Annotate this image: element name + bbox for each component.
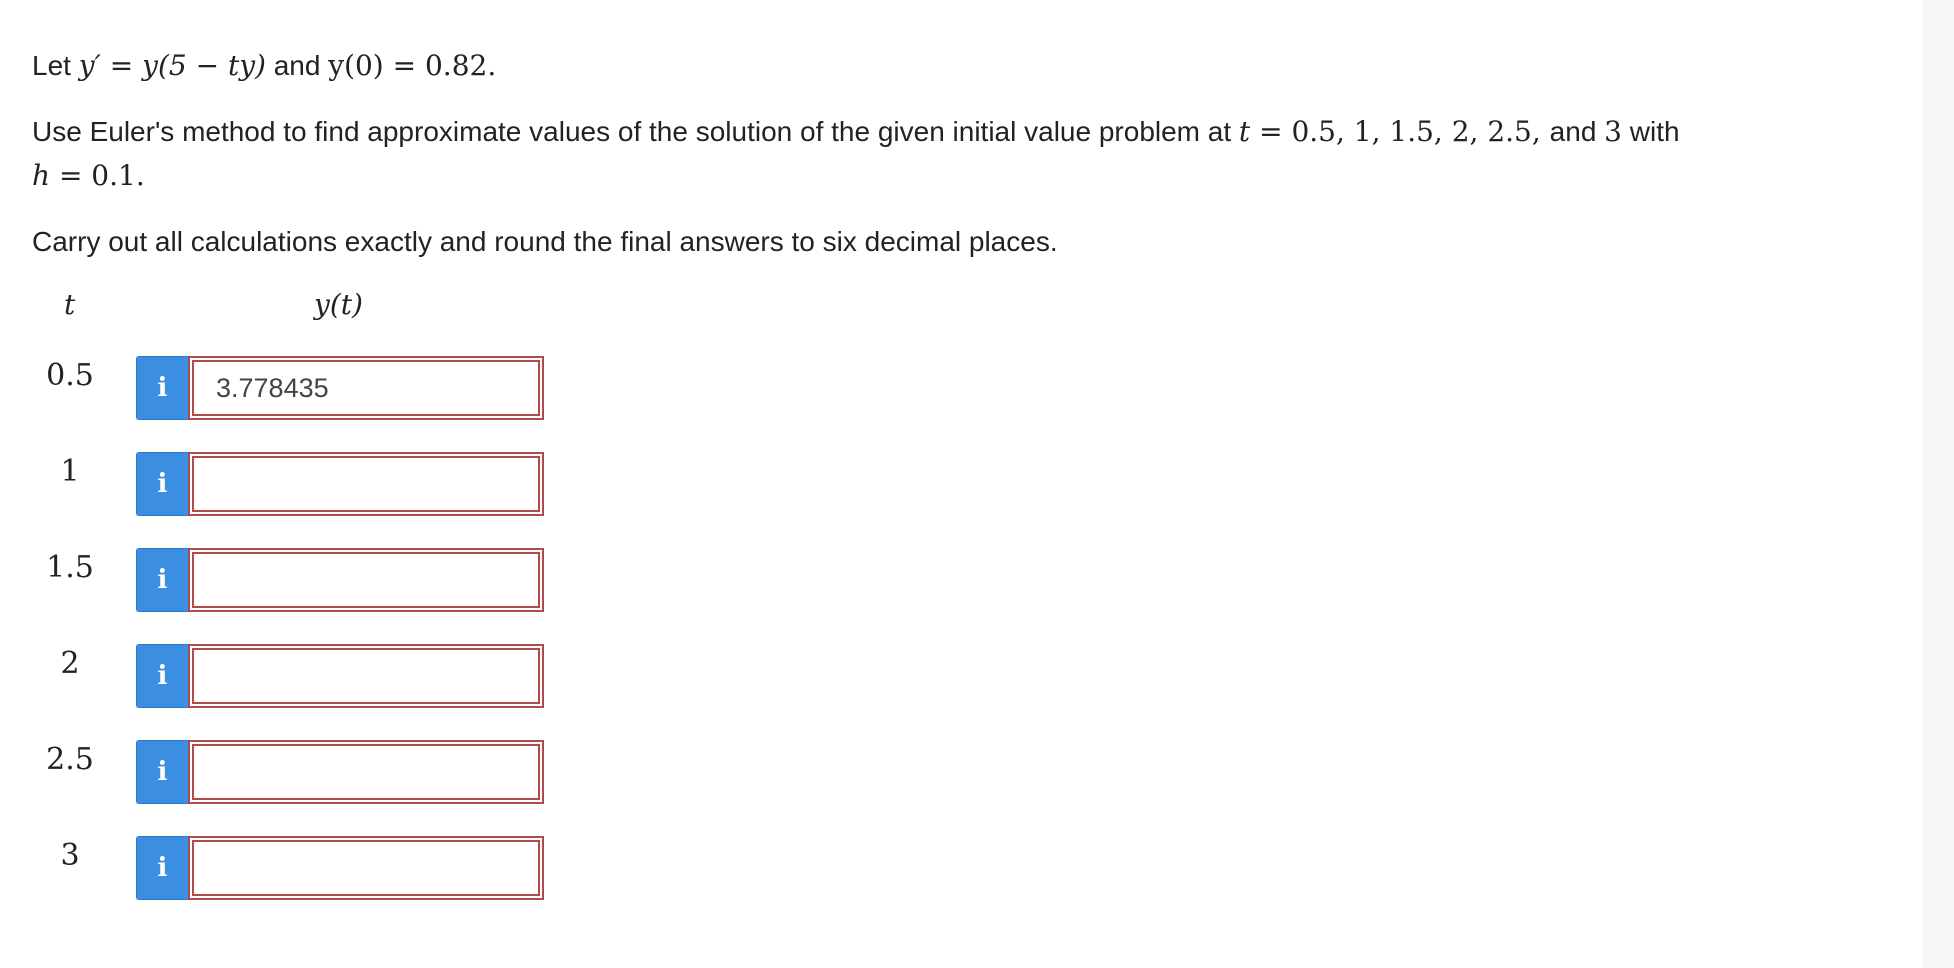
table-row: 3 i <box>0 836 600 902</box>
table-row: 0.5 i <box>0 356 600 422</box>
answer-input[interactable] <box>192 648 540 704</box>
answer-input[interactable] <box>192 840 540 896</box>
t-values-list: = 0.5, 1, 1.5, 2, 2.5, <box>1250 115 1550 148</box>
column-header-t: t <box>64 288 76 321</box>
answer-field-wrapper <box>188 740 544 804</box>
t-value-three: 3 <box>1604 115 1622 148</box>
initial-condition: y(0) = 0.82. <box>328 49 497 82</box>
t-value: 3 <box>60 838 80 873</box>
answer-field-wrapper <box>188 356 544 420</box>
answer-field-wrapper <box>188 644 544 708</box>
info-button[interactable]: i <box>136 836 188 900</box>
info-button[interactable]: i <box>136 740 188 804</box>
with-word: with <box>1622 116 1680 147</box>
instruction-prefix: Use Euler's method to find approximate v… <box>32 116 1239 147</box>
info-icon: i <box>157 469 168 499</box>
info-icon: i <box>157 565 168 595</box>
info-button[interactable]: i <box>136 644 188 708</box>
info-button[interactable]: i <box>136 452 188 516</box>
instruction-line-2: h = 0.1. <box>32 154 145 198</box>
t-value: 0.5 <box>46 358 94 393</box>
question-panel: Let y′ = y(5 − ty) and y(0) = 0.82. Use … <box>0 0 1922 968</box>
intro-prefix: Let <box>32 50 79 81</box>
h-value: = 0.1. <box>50 159 145 192</box>
t-variable: t <box>1238 115 1251 148</box>
column-header-y: y(t) <box>314 288 363 321</box>
answer-input[interactable] <box>192 744 540 800</box>
info-icon: i <box>157 373 168 403</box>
info-icon: i <box>157 661 168 691</box>
info-icon: i <box>157 757 168 787</box>
answer-field-wrapper <box>188 452 544 516</box>
answer-input[interactable] <box>192 552 540 608</box>
table-row: 1 i <box>0 452 600 518</box>
table-row: 2 i <box>0 644 600 710</box>
t-value: 2.5 <box>46 742 94 777</box>
t-value: 1 <box>60 454 80 489</box>
answer-input[interactable] <box>192 456 540 512</box>
problem-statement: Let y′ = y(5 − ty) and y(0) = 0.82. <box>32 44 496 88</box>
t-value: 2 <box>60 646 80 681</box>
answer-field-wrapper <box>188 548 544 612</box>
answer-input[interactable] <box>192 360 540 416</box>
t-value: 1.5 <box>46 550 94 585</box>
instruction-line-1: Use Euler's method to find approximate v… <box>32 110 1680 154</box>
answer-field-wrapper <box>188 836 544 900</box>
table-row: 2.5 i <box>0 740 600 806</box>
h-variable: h <box>32 159 51 192</box>
and-word: and <box>265 50 329 81</box>
ode-equation: y′ = y(5 − ty) <box>78 49 266 82</box>
right-gutter <box>1922 0 1954 968</box>
info-button[interactable]: i <box>136 548 188 612</box>
info-icon: i <box>157 853 168 883</box>
table-row: 1.5 i <box>0 548 600 614</box>
and-word-2: and <box>1549 116 1605 147</box>
rounding-instruction: Carry out all calculations exactly and r… <box>32 226 1058 257</box>
info-button[interactable]: i <box>136 356 188 420</box>
